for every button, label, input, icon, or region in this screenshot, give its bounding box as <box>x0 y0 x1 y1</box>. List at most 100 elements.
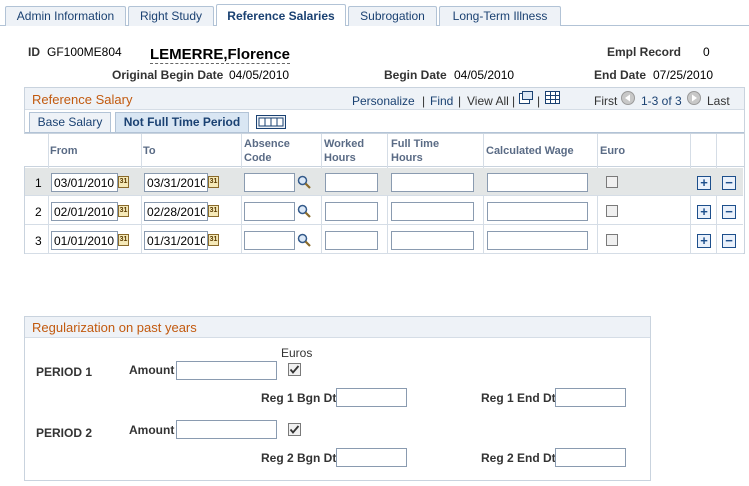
tab-subrogation[interactable]: Subrogation <box>348 6 437 26</box>
period-2-amount-label: Amount <box>129 423 175 437</box>
col-calculated-wage: Calculated Wage <box>486 145 574 157</box>
original-begin-date-value: 04/05/2010 <box>229 68 290 82</box>
regularization-title: Regularization on past years <box>32 320 197 335</box>
full-time-hours-input[interactable] <box>391 231 474 250</box>
row-number: 2 <box>35 205 42 219</box>
calendar-icon[interactable]: 31 <box>208 234 219 246</box>
col-from: From <box>50 145 78 157</box>
from-date-input[interactable] <box>51 231 118 250</box>
find-link[interactable]: Find <box>430 94 453 108</box>
period-1-label: PERIOD 1 <box>36 365 93 379</box>
delete-row-button[interactable]: − <box>722 234 736 248</box>
grid-icon[interactable] <box>545 91 560 104</box>
magnifier-icon[interactable] <box>297 233 311 247</box>
full-time-hours-input[interactable] <box>391 173 474 192</box>
col-worked-hours-2: Hours <box>324 152 356 164</box>
left-arrow-icon[interactable] <box>621 91 635 105</box>
separator: | <box>512 94 516 108</box>
calculated-wage-input[interactable] <box>487 231 588 250</box>
calendar-icon[interactable]: 31 <box>118 234 129 246</box>
add-row-button[interactable]: + <box>697 205 711 219</box>
magnifier-icon[interactable] <box>297 204 311 218</box>
absence-code-input[interactable] <box>244 202 295 221</box>
col-full-time-hours-1: Full Time <box>391 138 440 150</box>
reg-1-bgn-dt-input[interactable] <box>336 388 407 407</box>
absence-code-input[interactable] <box>244 173 295 192</box>
subtab-not-full-time-period[interactable]: Not Full Time Period <box>115 112 249 132</box>
euro-checkbox[interactable] <box>606 176 618 188</box>
period-2-amount-input[interactable] <box>176 420 277 439</box>
table-row: 3 31 31 + − <box>25 226 743 254</box>
tab-long-term-illness[interactable]: Long-Term Illness <box>439 6 561 26</box>
add-row-button[interactable]: + <box>697 234 711 248</box>
euros-column-label: Euros <box>281 346 313 360</box>
tab-reference-salaries[interactable]: Reference Salaries <box>216 4 346 26</box>
view-all-link[interactable]: View All <box>467 94 509 108</box>
period-2-euros-checkbox[interactable] <box>288 423 301 436</box>
worked-hours-input[interactable] <box>325 202 378 221</box>
col-absence-code-2: Code <box>244 152 272 164</box>
euro-checkbox[interactable] <box>606 234 618 246</box>
empl-record-value: 0 <box>703 45 710 59</box>
right-arrow-icon[interactable] <box>687 91 701 105</box>
delete-row-button[interactable]: − <box>722 176 736 190</box>
end-date-label: End Date <box>594 68 647 82</box>
tab-bar: Admin Information Right Study Reference … <box>0 0 749 27</box>
separator: | <box>458 94 462 108</box>
to-date-input[interactable] <box>144 231 208 250</box>
full-time-hours-input[interactable] <box>391 202 474 221</box>
id-value: GF100ME804 <box>47 45 122 59</box>
employee-name: LEMERRE,Florence <box>150 46 291 64</box>
reg-2-bgn-dt-label: Reg 2 Bgn Dt <box>261 451 337 465</box>
calculated-wage-input[interactable] <box>487 173 588 192</box>
col-absence-code-1: Absence <box>244 138 290 150</box>
reg-2-bgn-dt-input[interactable] <box>336 448 407 467</box>
begin-date-label: Begin Date <box>384 68 447 82</box>
new-window-icon[interactable] <box>519 91 533 104</box>
period-2-label: PERIOD 2 <box>36 426 93 440</box>
from-date-input[interactable] <box>51 202 118 221</box>
tab-right-study[interactable]: Right Study <box>128 6 214 26</box>
reg-1-bgn-dt-label: Reg 1 Bgn Dt <box>261 391 337 405</box>
personalize-link[interactable]: Personalize <box>352 94 415 108</box>
reg-1-end-dt-label: Reg 1 End Dt <box>481 391 556 405</box>
euro-checkbox[interactable] <box>606 205 618 217</box>
delete-row-button[interactable]: − <box>722 205 736 219</box>
end-date-value: 07/25/2010 <box>653 68 714 82</box>
show-all-columns-icon[interactable] <box>256 115 286 129</box>
reg-2-end-dt-input[interactable] <box>555 448 626 467</box>
reg-1-end-dt-input[interactable] <box>555 388 626 407</box>
period-1-amount-input[interactable] <box>176 361 277 380</box>
absence-code-input[interactable] <box>244 231 295 250</box>
to-date-input[interactable] <box>144 202 208 221</box>
col-worked-hours-1: Worked <box>324 138 365 150</box>
add-row-button[interactable]: + <box>697 176 711 190</box>
calendar-icon[interactable]: 31 <box>118 176 129 188</box>
magnifier-icon[interactable] <box>297 175 311 189</box>
row-number: 3 <box>35 234 42 248</box>
regularization-header: Regularization on past years <box>25 317 650 338</box>
col-euro: Euro <box>600 145 626 157</box>
reference-salary-title: Reference Salary <box>32 92 133 107</box>
to-date-input[interactable] <box>144 173 208 192</box>
separator: | <box>537 94 541 108</box>
tab-admin-information[interactable]: Admin Information <box>5 6 126 26</box>
empl-record-label: Empl Record <box>607 45 682 59</box>
calculated-wage-input[interactable] <box>487 202 588 221</box>
period-1-euros-checkbox[interactable] <box>288 363 301 376</box>
calendar-icon[interactable]: 31 <box>118 205 129 217</box>
worked-hours-input[interactable] <box>325 173 378 192</box>
subtab-base-salary[interactable]: Base Salary <box>29 112 111 132</box>
calendar-icon[interactable]: 31 <box>208 176 219 188</box>
last-label: Last <box>707 94 730 108</box>
reference-salary-header: Reference Salary Personalize | Find | Vi… <box>25 88 744 110</box>
period-1-amount-label: Amount <box>129 363 175 377</box>
original-begin-date-label: Original Begin Date <box>112 68 224 82</box>
table-row: 1 31 31 + − <box>25 168 743 196</box>
table-row: 2 31 31 + − <box>25 197 743 225</box>
grid-column-header: From To Absence Code Worked Hours Full T… <box>24 133 744 167</box>
first-label: First <box>594 94 618 108</box>
calendar-icon[interactable]: 31 <box>208 205 219 217</box>
worked-hours-input[interactable] <box>325 231 378 250</box>
from-date-input[interactable] <box>51 173 118 192</box>
